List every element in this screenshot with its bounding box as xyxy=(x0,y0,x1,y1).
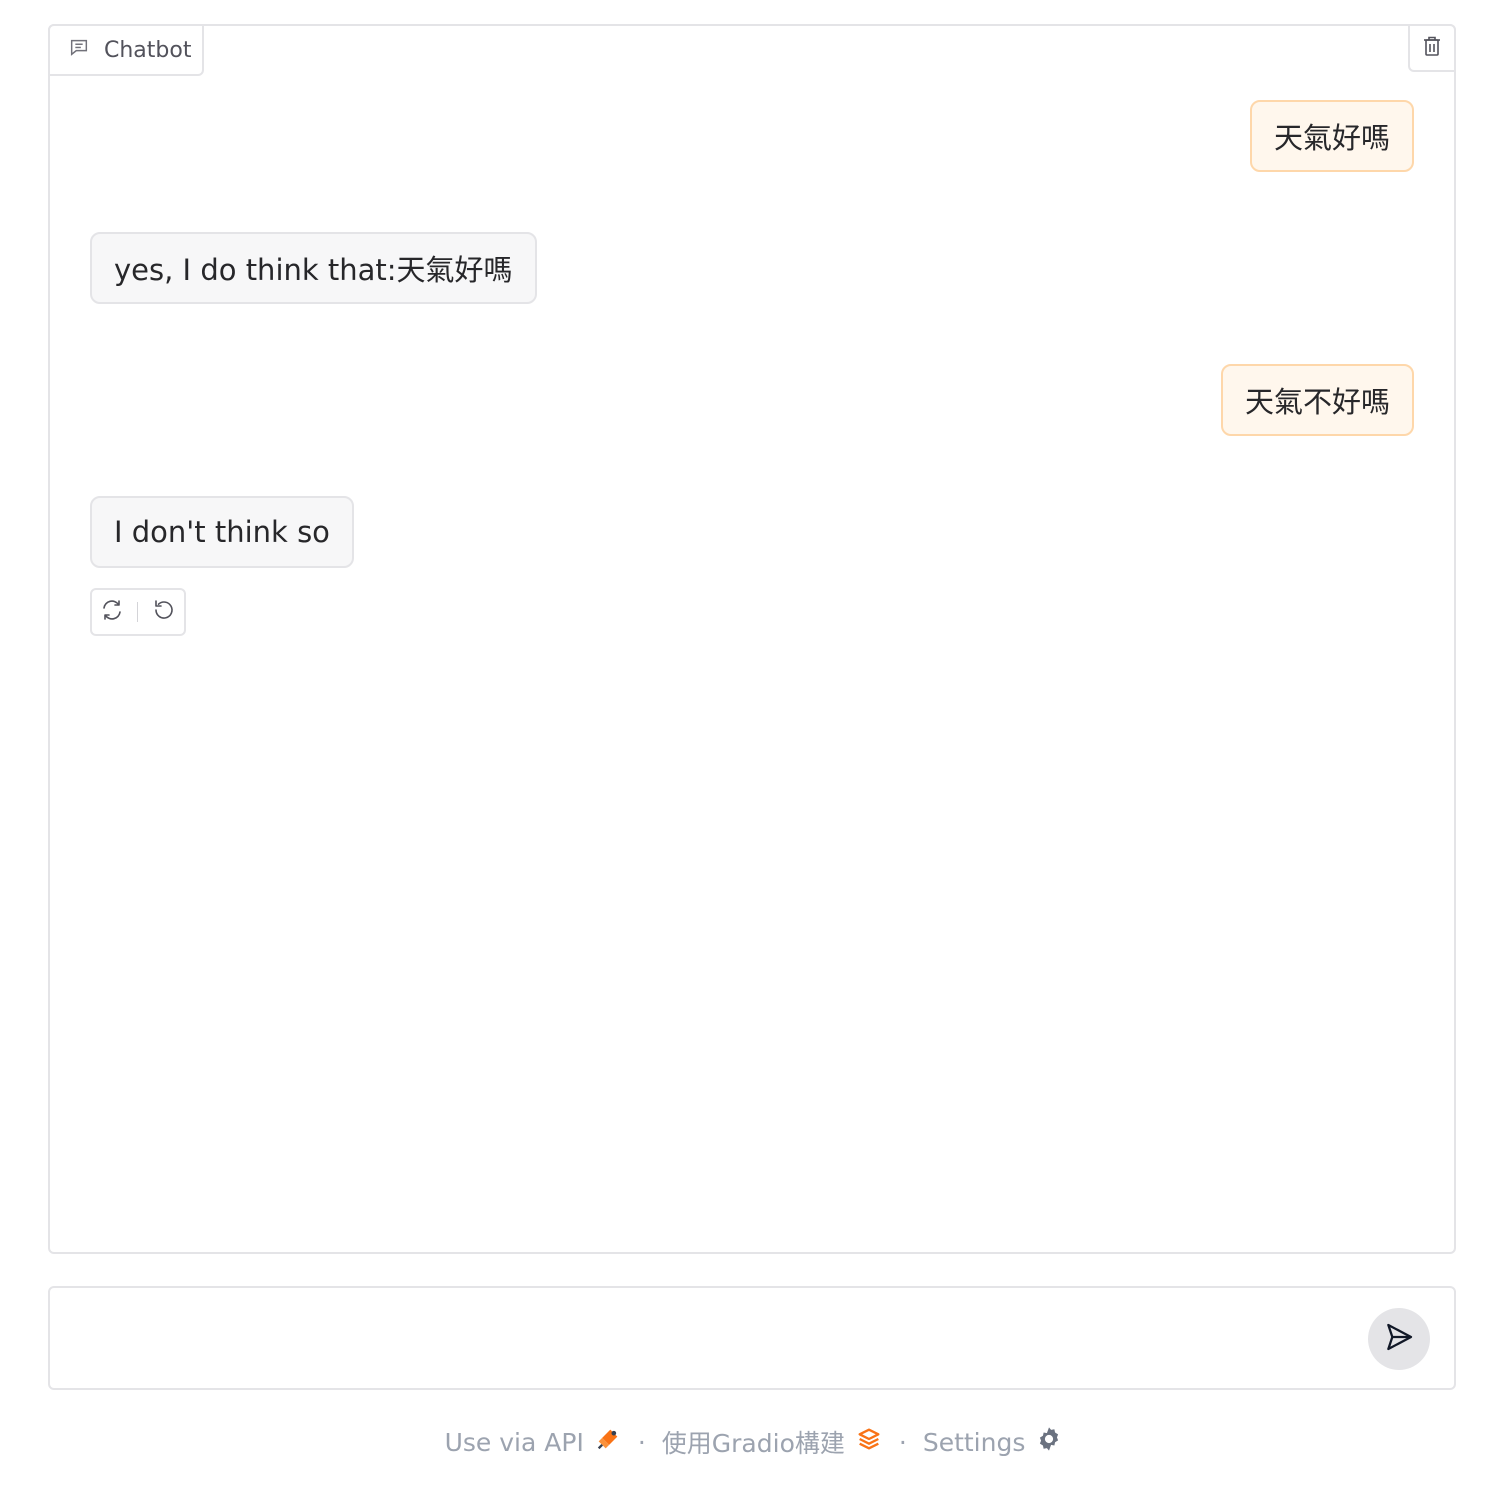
message-actions xyxy=(90,588,186,636)
undo-button[interactable] xyxy=(150,598,178,626)
undo-icon xyxy=(152,598,176,626)
trash-icon xyxy=(1420,34,1444,62)
rocket-icon xyxy=(594,1425,622,1459)
settings-link[interactable]: Settings xyxy=(923,1425,1064,1459)
divider xyxy=(137,602,139,622)
message-input-container xyxy=(48,1286,1456,1390)
bot-message: yes, I do think that:天氣好嗎 xyxy=(90,232,537,304)
user-message: 天氣不好嗎 xyxy=(1220,364,1414,436)
chatbot-label-text: Chatbot xyxy=(104,37,192,63)
built-with-text: 使用Gradio構建 xyxy=(661,1429,845,1458)
message-input[interactable] xyxy=(70,1314,1360,1364)
footer: Use via API · 使用Gradio構建 · Settings xyxy=(0,1420,1508,1464)
retry-button[interactable] xyxy=(98,598,126,626)
api-link-text: Use via API xyxy=(444,1427,584,1457)
chatbot-label: Chatbot xyxy=(48,24,204,76)
footer-separator: · xyxy=(637,1427,646,1457)
send-button[interactable] xyxy=(1368,1308,1430,1370)
send-icon xyxy=(1383,1321,1415,1357)
settings-text: Settings xyxy=(922,1427,1026,1457)
bot-message: I don't think so xyxy=(90,496,354,568)
built-with-gradio-link[interactable]: 使用Gradio構建 xyxy=(662,1424,883,1460)
retry-icon xyxy=(100,598,124,626)
user-message: 天氣好嗎 xyxy=(1249,100,1414,172)
footer-separator: · xyxy=(898,1427,907,1457)
gear-icon xyxy=(1035,1425,1063,1459)
chatbot-panel: Chatbot 天氣好嗎 yes, I do think that:天氣好嗎 天… xyxy=(48,24,1456,1254)
chat-icon xyxy=(68,36,90,64)
gradio-logo-icon xyxy=(855,1425,883,1459)
use-via-api-link[interactable]: Use via API xyxy=(445,1425,622,1459)
clear-chat-button[interactable] xyxy=(1408,24,1456,72)
